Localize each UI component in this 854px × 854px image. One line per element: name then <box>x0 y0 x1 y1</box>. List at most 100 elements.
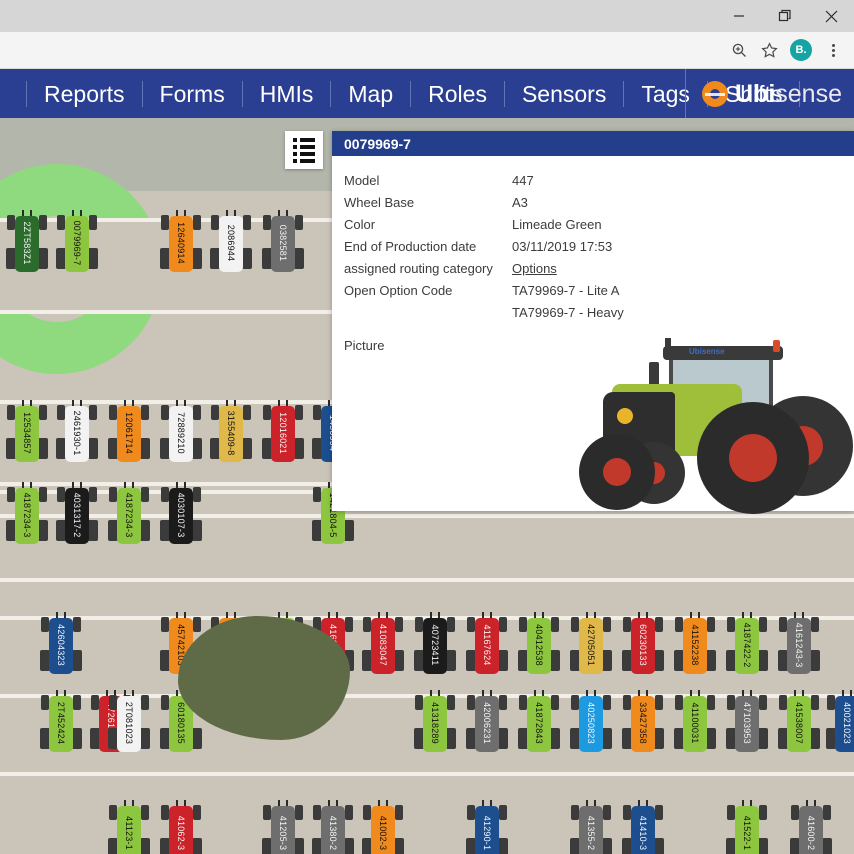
vehicle-wheel <box>38 438 48 459</box>
vehicle-wheel <box>395 617 403 632</box>
vehicle-marker[interactable]: 41167624 <box>466 612 508 678</box>
vehicle-wheel <box>193 405 201 420</box>
vehicle-marker[interactable]: 41123-1 <box>108 800 150 854</box>
nav-item-reports[interactable]: Reports <box>26 81 143 107</box>
vehicle-wheel <box>109 695 117 710</box>
vehicle-wheel <box>727 617 735 632</box>
vehicle-marker[interactable]: 41380-2 <box>312 800 354 854</box>
vehicle-marker[interactable]: 2461930-1 <box>56 400 98 466</box>
vehicle-marker[interactable]: 12640914 <box>160 210 202 276</box>
vehicle-wheel <box>602 728 612 749</box>
legend-list-icon <box>293 137 315 163</box>
vehicle-marker[interactable]: 4187234-3 <box>108 482 150 548</box>
vehicle-wheel <box>758 650 768 671</box>
detail-field-link[interactable]: Options <box>512 258 557 280</box>
vehicle-wheel <box>211 405 219 420</box>
vehicle-wheel <box>141 487 149 502</box>
vehicle-wheel <box>38 248 48 269</box>
vehicle-marker[interactable]: 41538007 <box>778 690 820 756</box>
vehicle-marker[interactable]: 42604323 <box>40 612 82 678</box>
vehicle-marker[interactable]: 72889210 <box>160 400 202 466</box>
vehicle-marker[interactable]: 41872843 <box>518 690 560 756</box>
vehicle-marker[interactable]: 4161243-3 <box>778 612 820 678</box>
vehicle-marker[interactable]: 3155409-8 <box>210 400 252 466</box>
vehicle-marker[interactable]: 2T452424 <box>40 690 82 756</box>
vehicle-marker[interactable]: 41100031 <box>674 690 716 756</box>
vehicle-marker[interactable]: 0382581 <box>262 210 304 276</box>
vehicle-marker[interactable]: 12534857 <box>6 400 48 466</box>
vehicle-marker[interactable]: 41083047 <box>362 612 404 678</box>
vehicle-marker[interactable]: 41290-1 <box>466 800 508 854</box>
vehicle-wheel <box>109 405 117 420</box>
nav-item-map[interactable]: Map <box>331 81 412 107</box>
vehicle-wheel <box>779 617 787 632</box>
close-button[interactable] <box>808 0 854 32</box>
maximize-button[interactable] <box>762 0 808 32</box>
vehicle-wheel <box>141 695 149 710</box>
vehicle-id-label: 42604323 <box>56 624 66 666</box>
vehicle-marker[interactable]: 60230133 <box>622 612 664 678</box>
detail-field-value: 03/11/2019 17:53 <box>512 239 613 254</box>
zoom-in-icon[interactable] <box>724 35 754 65</box>
vehicle-marker[interactable]: 12061714 <box>108 400 150 466</box>
vehicle-marker[interactable]: 4030107-3 <box>160 482 202 548</box>
vehicle-wheel <box>243 405 251 420</box>
vehicle-wheel <box>394 650 404 671</box>
vehicle-marker[interactable]: 41205-3 <box>262 800 304 854</box>
vehicle-marker[interactable]: 41062-3 <box>160 800 202 854</box>
nav-item-hmis[interactable]: HMIs <box>243 81 332 107</box>
vehicle-wheel <box>140 838 150 854</box>
vehicle-marker[interactable]: 41002-3 <box>362 800 404 854</box>
vehicle-marker[interactable]: 2T081023 <box>108 690 150 756</box>
vehicle-id-label: 40412538 <box>534 624 544 666</box>
legend-list-button[interactable] <box>285 131 323 169</box>
lifebuoy-icon <box>702 81 728 107</box>
vehicle-marker[interactable]: 42705051 <box>570 612 612 678</box>
vehicle-marker[interactable]: 41600-2 <box>790 800 832 854</box>
star-icon[interactable] <box>754 35 784 65</box>
vehicle-marker[interactable]: 4187422-2 <box>726 612 768 678</box>
vehicle-wheel <box>7 487 15 502</box>
vehicle-marker[interactable]: 2ZT583Z1 <box>6 210 48 276</box>
vehicle-wheel <box>602 838 612 854</box>
vehicle-id-label: 4030107-3 <box>176 492 186 538</box>
vehicle-id-label: 2T452424 <box>56 701 66 745</box>
vehicle-wheel <box>295 215 303 230</box>
detail-field-value: Limeade Green <box>512 217 602 232</box>
vehicle-marker[interactable]: 4031317-2 <box>56 482 98 548</box>
kebab-menu-icon[interactable] <box>818 35 848 65</box>
vehicle-marker[interactable]: 41318289 <box>414 690 456 756</box>
vehicle-marker[interactable]: 40723411 <box>414 612 456 678</box>
vehicle-marker[interactable]: 42006231 <box>466 690 508 756</box>
vehicle-id-label: 3155409-8 <box>226 410 236 456</box>
nav-item-sensors[interactable]: Sensors <box>505 81 625 107</box>
vehicle-wheel <box>73 695 81 710</box>
vehicle-wheel <box>446 650 456 671</box>
vehicle-marker[interactable]: 0079969-7 <box>56 210 98 276</box>
vehicle-marker[interactable]: 41410-3 <box>622 800 664 854</box>
vehicle-marker[interactable]: 47103953 <box>726 690 768 756</box>
vehicle-photo: Ubisense <box>557 338 853 526</box>
vehicle-id-label: 41123-1 <box>124 816 134 850</box>
detail-field-key: Color <box>344 217 376 232</box>
vehicle-wheel <box>211 215 219 230</box>
vehicle-marker[interactable]: 41152238 <box>674 612 716 678</box>
avatar[interactable]: B. <box>790 39 812 61</box>
vehicle-marker[interactable]: 40250823 <box>570 690 612 756</box>
vehicle-marker[interactable]: 40412538 <box>518 612 560 678</box>
vehicle-marker[interactable]: 41355-2 <box>570 800 612 854</box>
vehicle-wheel <box>363 805 371 820</box>
vehicle-wheel <box>603 695 611 710</box>
nav-item-forms[interactable]: Forms <box>143 81 243 107</box>
vehicle-marker[interactable]: 41522-1 <box>726 800 768 854</box>
minimize-button[interactable] <box>716 0 762 32</box>
vehicle-marker[interactable]: 33427358 <box>622 690 664 756</box>
nav-item-roles[interactable]: Roles <box>411 81 505 107</box>
vehicle-marker[interactable]: 2086944 <box>210 210 252 276</box>
vehicle-marker[interactable]: 40021023 <box>826 690 854 756</box>
detail-field-value: 447 <box>512 173 534 188</box>
vehicle-marker[interactable]: 4187234-3 <box>6 482 48 548</box>
vehicle-wheel <box>498 650 508 671</box>
vehicle-wheel <box>759 617 767 632</box>
vehicle-marker[interactable]: 12016021 <box>262 400 304 466</box>
